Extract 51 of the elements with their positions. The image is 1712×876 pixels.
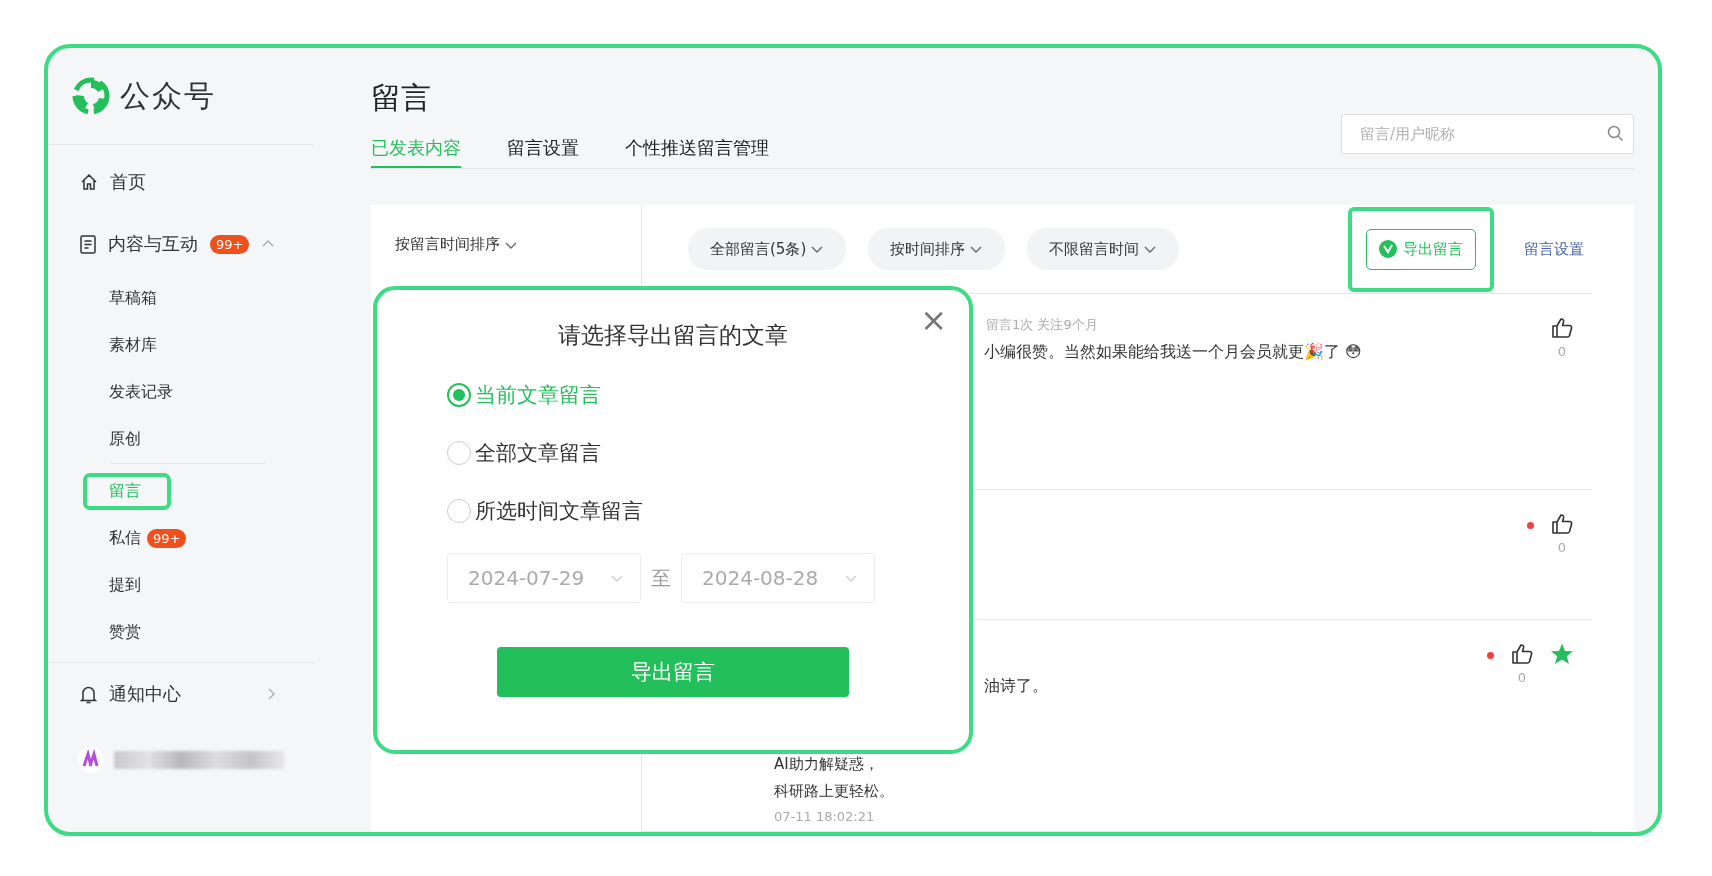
bell-icon xyxy=(80,684,97,704)
date-separator: 至 xyxy=(651,564,671,592)
radio-option[interactable]: 全部文章留言 xyxy=(447,439,601,467)
page-title: 留言 xyxy=(371,79,432,117)
comment-text: 油诗了。 xyxy=(984,676,1049,698)
dialog-title: 请选择导出留言的文章 xyxy=(558,321,788,350)
count-badge: 99+ xyxy=(210,234,250,254)
nav-label: 首页 xyxy=(110,170,146,194)
search-icon[interactable] xyxy=(1607,125,1624,142)
star-icon[interactable] xyxy=(1550,642,1574,667)
nav-item[interactable]: 提到 xyxy=(109,575,141,596)
nav-item[interactable]: 内容与互动 99+ xyxy=(48,213,314,275)
thumbs-up-icon[interactable] xyxy=(1510,642,1534,667)
commenter-info: 留言1次 关注9个月 xyxy=(986,316,1099,335)
nav-item[interactable]: 通知中心 xyxy=(48,663,314,725)
thumbs-up-icon[interactable] xyxy=(1550,316,1574,341)
avatar-icon xyxy=(78,747,104,773)
nav-label: 通知中心 xyxy=(109,682,181,706)
thumbs-up-icon[interactable] xyxy=(1550,512,1574,537)
filter-dropdown[interactable]: 不限留言时间 xyxy=(1027,228,1180,271)
filter-dropdown[interactable]: 全部留言(5条) xyxy=(688,228,847,271)
tab[interactable]: 个性推送留言管理 xyxy=(625,126,769,168)
document-icon xyxy=(80,234,96,254)
checkmark-icon xyxy=(1379,240,1397,259)
filter-dropdown[interactable]: 按时间排序 xyxy=(868,228,1006,271)
nav-item[interactable]: 草稿箱 xyxy=(109,288,157,309)
like-count: 0 xyxy=(1557,540,1567,556)
nav-item[interactable]: 原创 xyxy=(109,429,141,450)
close-button[interactable]: × xyxy=(920,304,947,336)
like-count: 0 xyxy=(1517,670,1527,686)
comment-text: AI助力解疑惑， xyxy=(774,755,880,775)
settings-link[interactable]: 留言设置 xyxy=(1518,238,1590,260)
nav-item[interactable]: 赞赏 xyxy=(109,622,141,643)
nav-item[interactable]: 首页 xyxy=(48,151,314,213)
home-icon xyxy=(80,173,98,191)
search-field[interactable]: 留言/用户昵称 xyxy=(1341,114,1634,154)
like-count: 0 xyxy=(1557,344,1567,360)
comment-text: 小编很赞。当然如果能给我送一个月会员就更🎉了 😳 xyxy=(984,342,1363,364)
nav-item[interactable]: 素材库 xyxy=(109,335,157,356)
app-name: 公众号 xyxy=(120,76,216,115)
nav-label: 内容与互动 xyxy=(108,232,198,256)
radio-button[interactable] xyxy=(447,383,471,407)
radio-option[interactable]: 所选时间文章留言 xyxy=(447,497,643,525)
count-badge: 99+ xyxy=(147,529,187,548)
nav-item[interactable]: 发表记录 xyxy=(109,382,173,403)
comment-time: 07-11 18:02:21 xyxy=(774,809,876,825)
comment-text: 科研路上更轻松。 xyxy=(774,782,895,802)
nav-item[interactable]: 私信 xyxy=(109,528,141,549)
sort-dropdown[interactable]: 按留言时间排序 xyxy=(371,205,518,254)
tab[interactable]: 留言设置 xyxy=(507,126,579,168)
logo-icon xyxy=(72,77,110,115)
